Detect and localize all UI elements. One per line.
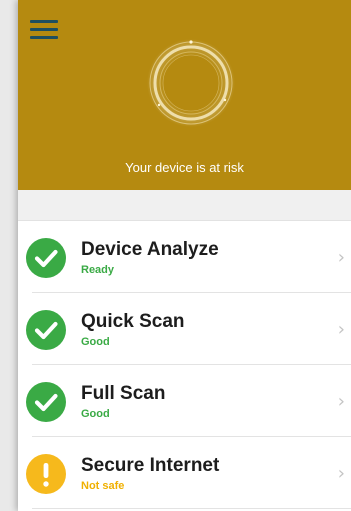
scan-list-item-device-analyze[interactable]: Device Analyze Ready › [18,221,351,293]
item-title: Secure Internet [81,455,220,476]
item-status: Good [81,336,110,348]
chevron-right-icon: › [337,319,345,340]
device-risk-status: Your device is at risk [125,160,244,175]
scan-list-item-secure-internet[interactable]: Secure Internet Not safe › [18,437,351,509]
chevron-right-icon: › [337,391,345,412]
scan-list-item-quick-scan[interactable]: Quick Scan Good › [18,293,351,365]
check-circle-icon [26,382,66,422]
divider [32,508,351,509]
hamburger-menu-icon[interactable] [30,18,58,40]
status-header: Your device is at risk [18,0,351,190]
risk-ring-icon [147,39,235,127]
scan-list-item-full-scan[interactable]: Full Scan Good › [18,365,351,437]
section-spacer [18,190,351,221]
item-status: Good [81,408,110,420]
scan-list: Device Analyze Ready › Quick Scan Good ›… [18,221,351,509]
item-status: Ready [81,264,115,276]
chevron-right-icon: › [337,247,345,268]
item-title: Device Analyze [81,239,219,260]
item-title: Full Scan [81,383,166,404]
check-circle-icon [26,238,66,278]
exclamation-circle-icon [26,454,66,494]
app-screen: Your device is at risk Device Analyze Re… [18,0,351,511]
check-circle-icon [26,310,66,350]
item-status: Not safe [81,480,125,492]
item-title: Quick Scan [81,311,185,332]
chevron-right-icon: › [337,463,345,484]
